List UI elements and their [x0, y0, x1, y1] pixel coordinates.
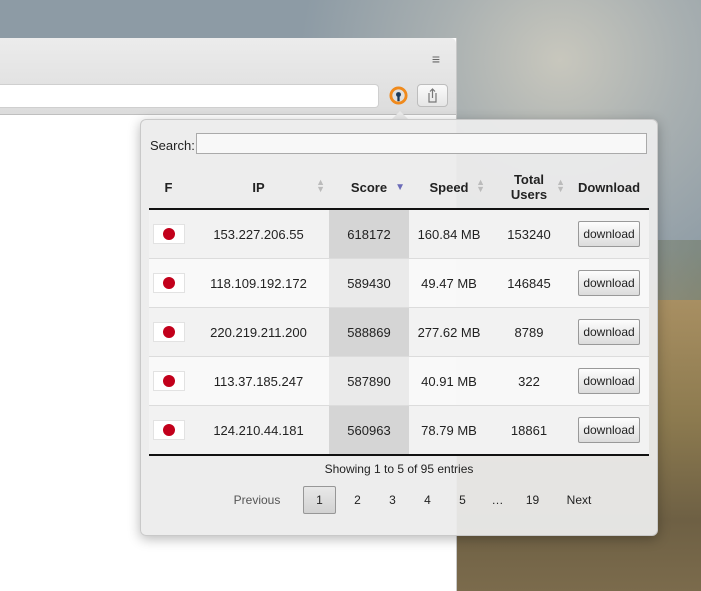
- pagination: Previous 1 2 3 4 5 … 19 Next: [225, 486, 604, 514]
- ip-cell: 220.219.211.200: [188, 307, 329, 357]
- table-row: 220.219.211.200 588869 277.62 MB 8789 do…: [149, 307, 649, 357]
- page-button-5[interactable]: 5: [445, 487, 480, 513]
- search-input[interactable]: [196, 133, 647, 154]
- score-cell: 587890: [329, 356, 409, 406]
- server-table: F IP ▲ ▼ Score ▼ Speed ▲ ▼ Total Users ▲ ▼: [149, 166, 649, 456]
- share-button[interactable]: [417, 84, 448, 107]
- share-icon: [428, 88, 437, 103]
- download-button[interactable]: download: [578, 270, 640, 296]
- users-cell: 322: [489, 356, 569, 406]
- japan-flag-icon: [152, 322, 185, 342]
- page-button-1[interactable]: 1: [303, 486, 336, 514]
- table-row: 124.210.44.181 560963 78.79 MB 18861 dow…: [149, 405, 649, 456]
- table-row: 153.227.206.55 618172 160.84 MB 153240 d…: [149, 209, 649, 259]
- sort-icon: ▲ ▼: [316, 177, 325, 194]
- page-button-4[interactable]: 4: [410, 487, 445, 513]
- column-header-flag[interactable]: F: [149, 166, 188, 210]
- speed-cell: 49.47 MB: [409, 258, 489, 308]
- ip-cell: 124.210.44.181: [188, 405, 329, 456]
- download-button[interactable]: download: [578, 319, 640, 345]
- download-button[interactable]: download: [578, 221, 640, 247]
- vpn-server-popup: Search: F IP ▲ ▼ Score ▼ Speed ▲ ▼ Total U: [140, 119, 658, 536]
- ip-cell: 113.37.185.247: [188, 356, 329, 406]
- page-button-2[interactable]: 2: [340, 487, 375, 513]
- speed-cell: 40.91 MB: [409, 356, 489, 406]
- page-button-19[interactable]: 19: [515, 487, 550, 513]
- users-cell: 153240: [489, 209, 569, 259]
- download-button[interactable]: download: [578, 417, 640, 443]
- score-cell: 618172: [329, 209, 409, 259]
- users-cell: 18861: [489, 405, 569, 456]
- users-cell: 8789: [489, 307, 569, 357]
- download-button[interactable]: download: [578, 368, 640, 394]
- page-button-3[interactable]: 3: [375, 487, 410, 513]
- column-header-speed[interactable]: Speed ▲ ▼: [409, 166, 489, 210]
- table-row: 118.109.192.172 589430 49.47 MB 146845 d…: [149, 258, 649, 308]
- search-label: Search:: [150, 138, 195, 153]
- sort-descending-icon: ▼: [395, 182, 405, 193]
- speed-cell: 160.84 MB: [409, 209, 489, 259]
- previous-page-button[interactable]: Previous: [225, 487, 289, 513]
- column-header-score[interactable]: Score ▼: [329, 166, 409, 210]
- column-header-download: Download: [569, 166, 649, 210]
- score-cell: 589430: [329, 258, 409, 308]
- sort-icon: ▲ ▼: [556, 177, 565, 194]
- openvpn-icon[interactable]: [389, 86, 408, 105]
- table-header-row: F IP ▲ ▼ Score ▼ Speed ▲ ▼ Total Users ▲ ▼: [149, 166, 649, 210]
- ip-cell: 118.109.192.172: [188, 258, 329, 308]
- users-cell: 146845: [489, 258, 569, 308]
- column-header-ip[interactable]: IP ▲ ▼: [188, 166, 329, 210]
- speed-cell: 78.79 MB: [409, 405, 489, 456]
- japan-flag-icon: [152, 371, 185, 391]
- table-row: 113.37.185.247 587890 40.91 MB 322 downl…: [149, 356, 649, 406]
- ip-cell: 153.227.206.55: [188, 209, 329, 259]
- table-info: Showing 1 to 5 of 95 entries: [324, 462, 474, 476]
- japan-flag-icon: [152, 224, 185, 244]
- sort-icon: ▲ ▼: [476, 177, 485, 194]
- speed-cell: 277.62 MB: [409, 307, 489, 357]
- score-cell: 560963: [329, 405, 409, 456]
- japan-flag-icon: [152, 273, 185, 293]
- address-bar[interactable]: [0, 84, 379, 108]
- column-header-total-users[interactable]: Total Users ▲ ▼: [489, 166, 569, 210]
- page-ellipsis: …: [491, 493, 504, 507]
- next-page-button[interactable]: Next: [554, 487, 604, 513]
- japan-flag-icon: [152, 420, 185, 440]
- menu-icon[interactable]: ≡: [428, 52, 444, 66]
- browser-toolbar: ≡: [0, 38, 456, 115]
- score-cell: 588869: [329, 307, 409, 357]
